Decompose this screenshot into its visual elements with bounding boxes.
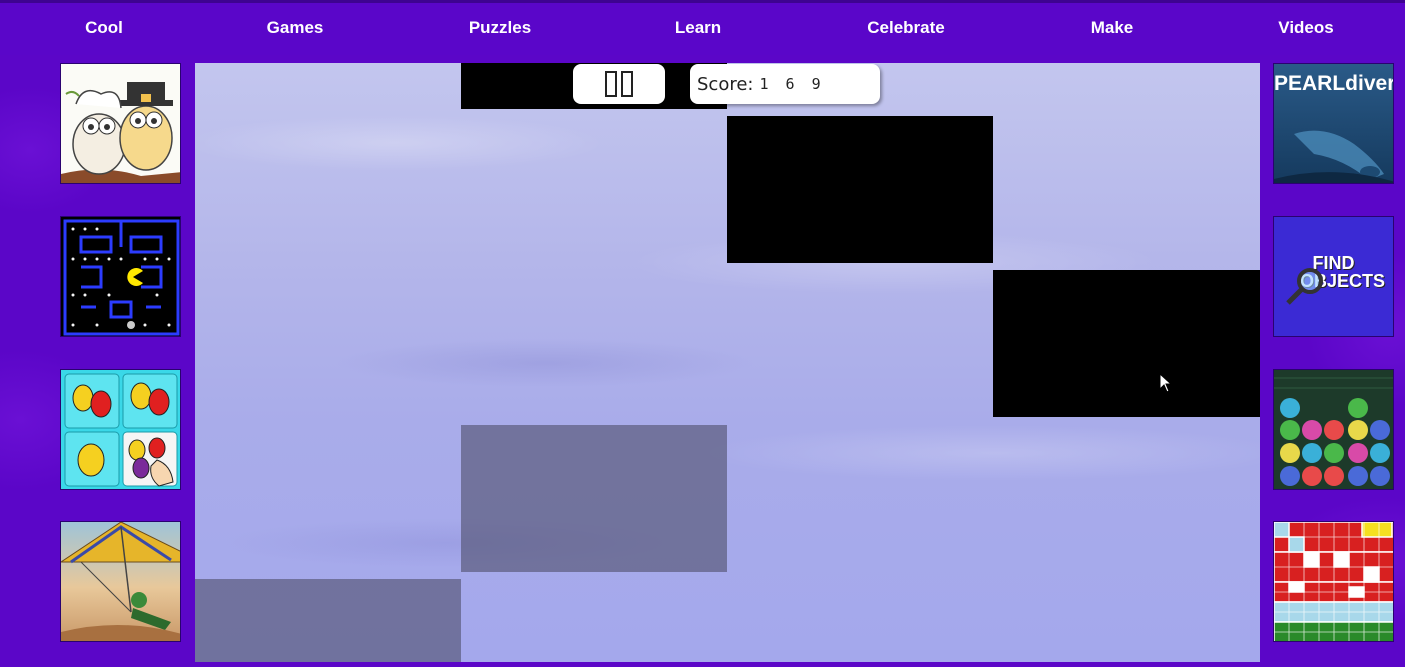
black-tile[interactable] (727, 116, 993, 263)
hang-glider-icon[interactable] (60, 521, 181, 642)
pacman-icon[interactable] (60, 216, 181, 337)
pearl-diver-icon[interactable]: PEARLdiver (1273, 63, 1394, 184)
pause-icon (621, 71, 633, 97)
nav-videos[interactable]: Videos (1278, 18, 1333, 38)
among-us-match-icon[interactable] (60, 369, 181, 490)
pause-button[interactable] (573, 64, 665, 104)
owl-coloring-icon[interactable] (60, 63, 181, 184)
passed-tile (195, 579, 461, 662)
nav-puzzles[interactable]: Puzzles (469, 18, 531, 38)
find-objects-icon[interactable]: FIND OBJECTS (1273, 216, 1394, 337)
mouse-cursor-icon (1159, 373, 1173, 393)
score-value: 1 6 9 (759, 75, 825, 93)
math-grid-icon[interactable] (1273, 521, 1394, 642)
score-display: Score: 1 6 9 (690, 64, 880, 104)
nav-celebrate[interactable]: Celebrate (867, 18, 944, 38)
top-nav: Cool Games Puzzles Learn Celebrate Make … (0, 0, 1405, 55)
black-tile[interactable] (993, 270, 1260, 417)
passed-tile (461, 425, 727, 572)
bubble-shooter-icon[interactable] (1273, 369, 1394, 490)
nav-make[interactable]: Make (1091, 18, 1134, 38)
nav-learn[interactable]: Learn (675, 18, 721, 38)
nav-cool[interactable]: Cool (85, 18, 123, 38)
nav-games[interactable]: Games (267, 18, 324, 38)
pause-icon (605, 71, 617, 97)
game-canvas[interactable]: Score: 1 6 9 (195, 63, 1260, 662)
score-label: Score: (697, 73, 754, 95)
